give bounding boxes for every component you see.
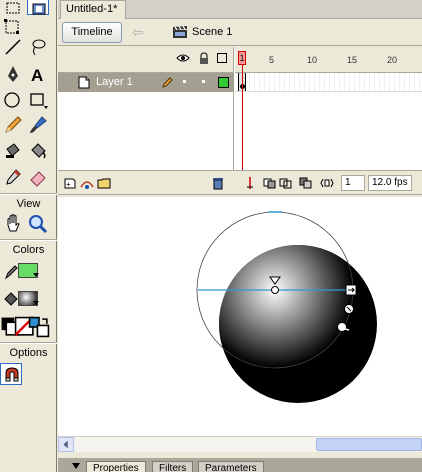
document-tab[interactable]: Untitled-1* (60, 0, 127, 19)
lasso-tool[interactable] (27, 36, 49, 58)
chevron-down-icon (33, 273, 39, 277)
modify-onion-markers-icon[interactable] (320, 176, 334, 190)
scene-label[interactable]: Scene 1 (192, 26, 232, 38)
insert-layer-icon[interactable]: + (63, 176, 77, 190)
pencil-edit-icon (162, 76, 174, 91)
pencil-tool[interactable] (2, 114, 24, 136)
eyedropper-tool[interactable] (2, 166, 24, 188)
ruler-number: 5 (269, 55, 275, 65)
eye-icon[interactable] (176, 53, 190, 66)
brush-tool[interactable] (27, 114, 49, 136)
frame-row[interactable] (235, 73, 422, 92)
svg-text:+: + (66, 180, 71, 189)
pen-tool[interactable] (2, 63, 24, 85)
text-tool[interactable]: A (27, 63, 49, 85)
ink-bottle-tool[interactable] (2, 140, 24, 162)
tab-filters[interactable]: Filters (152, 461, 194, 472)
scroll-thumb[interactable] (316, 438, 422, 451)
chevron-down-icon (33, 301, 39, 305)
visibility-dot[interactable] (183, 80, 186, 83)
frame-rate-field[interactable]: 12.0 fps (368, 175, 412, 191)
line-tool[interactable] (2, 36, 24, 58)
layer-name[interactable]: Layer 1 (96, 76, 133, 88)
paint-bucket-tool[interactable] (27, 140, 49, 162)
layer-page-icon (78, 76, 90, 92)
horizontal-scrollbar[interactable] (58, 436, 422, 452)
black-white-icon[interactable] (0, 316, 20, 336)
onion-skin-outlines-icon[interactable] (279, 176, 293, 190)
hand-tool[interactable] (2, 213, 24, 235)
zoom-tool[interactable] (27, 213, 49, 235)
tools-panel: A View Colors Options (0, 0, 57, 472)
playhead[interactable]: 1 (238, 51, 246, 65)
outline-toggle-icon[interactable] (217, 53, 227, 63)
options-section-label: Options (9, 347, 48, 359)
tab-parameters[interactable]: Parameters (198, 461, 264, 472)
free-transform-tool[interactable] (2, 0, 24, 15)
layer-row[interactable]: Layer 1 (58, 73, 234, 92)
edit-bar: Timeline ⇦ Scene 1 (58, 19, 422, 46)
insert-folder-icon[interactable] (97, 176, 111, 190)
stage-canvas[interactable] (58, 197, 422, 436)
svg-text:A: A (31, 66, 43, 85)
tab-properties[interactable]: Properties (86, 461, 146, 472)
fill-color-bucket-icon (0, 288, 18, 310)
back-arrow-icon[interactable]: ⇦ (132, 24, 150, 40)
gradient-center-handle[interactable] (271, 286, 279, 294)
ruler-number: 15 (347, 55, 358, 65)
tools-separator (0, 193, 57, 195)
layer-list: Layer 1 (58, 73, 234, 170)
document-tab-bar: Untitled-1* (58, 0, 422, 19)
tools-separator (0, 342, 57, 344)
add-motion-guide-icon[interactable] (80, 176, 94, 190)
gradient-transform-tool[interactable] (27, 0, 49, 15)
tools-separator (0, 239, 57, 241)
lock-icon[interactable] (199, 52, 209, 67)
timeline-controls: + 1 12.0 fps (58, 170, 422, 194)
ruler-number: 20 (387, 55, 398, 65)
timeline-panel: Layer 1 1 5 10 15 20 1 + (58, 47, 422, 194)
frame-ruler: 1 5 10 15 20 (235, 47, 422, 73)
scene-clapper-icon (172, 25, 188, 39)
collapse-arrow-icon[interactable] (72, 463, 80, 469)
view-section-label: View (16, 198, 41, 210)
snap-to-objects-magnet-icon[interactable] (0, 363, 22, 385)
gradient-rotation-handle[interactable] (337, 322, 347, 332)
stage[interactable] (58, 197, 422, 436)
scroll-left-button[interactable] (58, 437, 74, 452)
no-color-icon[interactable] (14, 316, 34, 336)
rectangle-tool[interactable] (27, 89, 49, 111)
stroke-color-pencil-icon (0, 261, 18, 283)
properties-panel-bar: Properties Filters Parameters (58, 458, 422, 472)
swap-colors-icon[interactable] (28, 316, 50, 338)
lock-dot[interactable] (202, 80, 205, 83)
colors-section-label: Colors (12, 244, 45, 256)
layer-outline-color-swatch[interactable] (218, 77, 229, 88)
onion-skin-icon[interactable] (263, 176, 277, 190)
playhead-line (242, 65, 243, 181)
ruler-number: 10 (307, 55, 318, 65)
oval-tool[interactable] (2, 89, 24, 111)
eraser-tool[interactable] (27, 166, 49, 188)
edit-multiple-frames-icon[interactable] (299, 176, 313, 190)
gradient-rotation-arrow-icon (344, 328, 350, 331)
frames-area[interactable] (235, 92, 422, 170)
timeline-toggle-button[interactable]: Timeline (62, 22, 122, 43)
delete-layer-trash-icon[interactable] (211, 176, 225, 190)
layer-header (58, 47, 234, 73)
current-frame-field[interactable]: 1 (341, 175, 365, 191)
center-frame-icon[interactable] (243, 176, 257, 190)
